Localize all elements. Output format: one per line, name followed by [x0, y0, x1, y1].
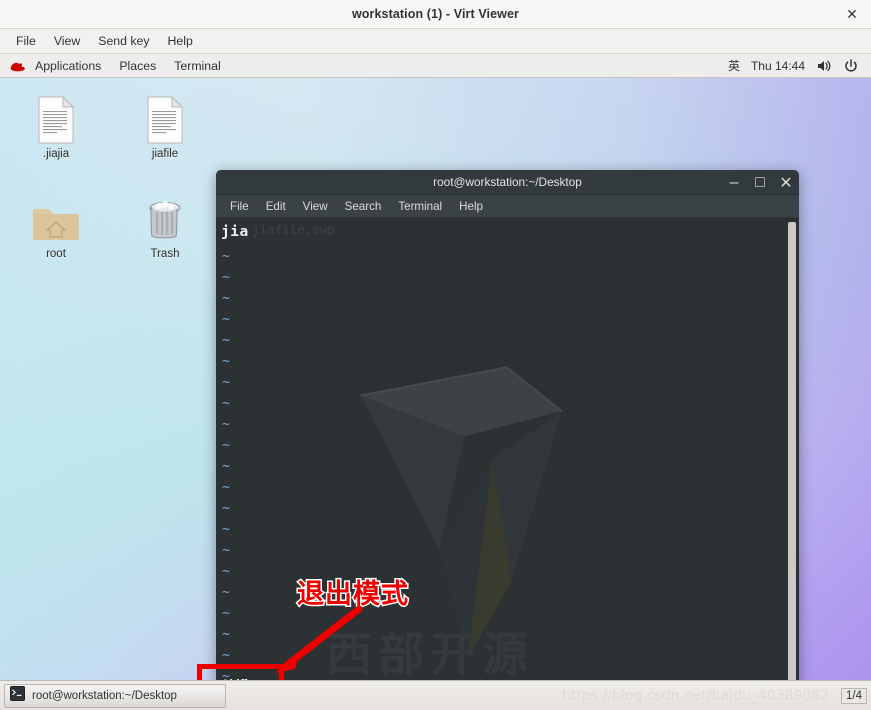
- gnome-top-panel: Applications Places Terminal 英 Thu 14:44: [0, 54, 871, 78]
- taskbar-window-button[interactable]: root@workstation:~/Desktop: [4, 683, 226, 708]
- vim-tilde: ~: [222, 606, 230, 621]
- input-method-indicator[interactable]: 英: [728, 57, 740, 74]
- clock[interactable]: Thu 14:44: [751, 59, 805, 73]
- desktop-icon-label: .jiajia: [42, 148, 70, 160]
- vim-tilde: ~: [222, 543, 230, 558]
- vim-tilde: ~: [222, 564, 230, 579]
- vim-tilde: ~: [222, 648, 230, 663]
- desktop-icon-label: root: [46, 248, 66, 260]
- vim-tilde: ~: [222, 333, 230, 348]
- vim-tilde: ~: [222, 354, 230, 369]
- vim-ghost-swapfile-text: jiafile.swp: [252, 222, 335, 237]
- redhat-logo-icon: [6, 59, 26, 73]
- gnome-terminal-menu[interactable]: Terminal: [165, 57, 229, 75]
- vv-menu-send-key[interactable]: Send key: [90, 32, 157, 50]
- vim-tilde: ~: [222, 627, 230, 642]
- trash-icon: [123, 190, 207, 244]
- viewer-menubar: File View Send key Help: [0, 29, 871, 54]
- terminal-titlebar: root@workstation:~/Desktop – □ ✕: [216, 170, 799, 195]
- vim-tilde: ~: [222, 396, 230, 411]
- vim-tilde: ~: [222, 522, 230, 537]
- desktop-area: .jiajia jiafile root Trash root@workstat…: [0, 78, 871, 680]
- vim-tilde: ~: [222, 312, 230, 327]
- vim-tilde: ~: [222, 375, 230, 390]
- terminal-window: root@workstation:~/Desktop – □ ✕ File Ed…: [216, 170, 799, 680]
- vim-tilde: ~: [222, 291, 230, 306]
- term-menu-terminal[interactable]: Terminal: [390, 199, 450, 214]
- term-menu-search[interactable]: Search: [337, 199, 390, 214]
- vv-menu-help[interactable]: Help: [160, 32, 201, 50]
- vim-tilde: ~: [222, 270, 230, 285]
- term-menu-file[interactable]: File: [222, 199, 257, 214]
- terminal-close-icon[interactable]: ✕: [779, 175, 793, 192]
- terminal-icon: [10, 685, 25, 706]
- gnome-places-menu[interactable]: Places: [110, 57, 165, 75]
- workspace-switcher[interactable]: 1/4: [841, 687, 867, 704]
- westos-logo-watermark-icon: [360, 366, 563, 660]
- terminal-menubar: File Edit View Search Terminal Help: [216, 195, 799, 218]
- vv-menu-view[interactable]: View: [46, 32, 88, 50]
- westos-logo-text-watermark: 西部开源: [326, 627, 534, 680]
- taskbar-empty-area: https://blog.csdn.net/baidu_40389082 1/4: [226, 681, 871, 710]
- page-watermark: https://blog.csdn.net/baidu_40389082: [561, 687, 829, 704]
- desktop-icon-label: jiafile: [151, 148, 179, 160]
- vv-menu-file[interactable]: File: [8, 32, 44, 50]
- terminal-title: root@workstation:~/Desktop: [433, 175, 582, 189]
- desktop-icon-jiajia[interactable]: .jiajia: [14, 90, 98, 162]
- vim-tilde: ~: [222, 459, 230, 474]
- terminal-scrollbar-thumb[interactable]: [788, 222, 796, 680]
- desktop-icon-jiafile[interactable]: jiafile: [123, 90, 207, 162]
- vim-tilde: ~: [222, 480, 230, 495]
- vim-tilde: ~: [222, 438, 230, 453]
- term-menu-help[interactable]: Help: [451, 199, 491, 214]
- document-icon: [123, 90, 207, 144]
- term-menu-view[interactable]: View: [295, 199, 336, 214]
- taskbar-window-label: root@workstation:~/Desktop: [32, 689, 177, 702]
- terminal-scrollbar[interactable]: [788, 220, 796, 680]
- viewer-titlebar: workstation (1) - Virt Viewer ✕: [0, 0, 871, 29]
- desktop-icon-trash[interactable]: Trash: [123, 190, 207, 262]
- virt-viewer-window: workstation (1) - Virt Viewer ✕ File Vie…: [0, 0, 871, 710]
- bottom-taskbar: root@workstation:~/Desktop https://blog.…: [0, 680, 871, 710]
- vim-command-line: :wq: [221, 675, 249, 680]
- home-folder-icon: [14, 190, 98, 244]
- vim-tilde: ~: [222, 501, 230, 516]
- vim-tilde: ~: [222, 417, 230, 432]
- gnome-applications-menu[interactable]: Applications: [26, 57, 110, 75]
- vim-tilde: ~: [222, 249, 230, 264]
- terminal-minimize-icon[interactable]: –: [727, 174, 741, 191]
- vim-tilde-column: ~ ~ ~ ~ ~ ~ ~ ~ ~ ~ ~ ~ ~ ~ ~ ~ ~ ~ ~ ~ …: [222, 246, 230, 680]
- desktop-icon-root[interactable]: root: [14, 190, 98, 262]
- desktop-icon-label: Trash: [150, 248, 180, 260]
- viewer-title: workstation (1) - Virt Viewer: [351, 7, 520, 21]
- terminal-content[interactable]: 西部开源 jiafile.swp jia ~ ~ ~ ~ ~ ~ ~ ~ ~ ~…: [216, 218, 799, 680]
- power-icon[interactable]: [843, 58, 859, 74]
- vim-tilde: ~: [222, 585, 230, 600]
- document-icon: [14, 90, 98, 144]
- volume-icon[interactable]: [816, 58, 832, 74]
- terminal-maximize-icon[interactable]: □: [753, 174, 767, 191]
- viewer-close-icon[interactable]: ✕: [841, 3, 863, 25]
- vim-first-line: jia: [221, 224, 249, 240]
- term-menu-edit[interactable]: Edit: [258, 199, 294, 214]
